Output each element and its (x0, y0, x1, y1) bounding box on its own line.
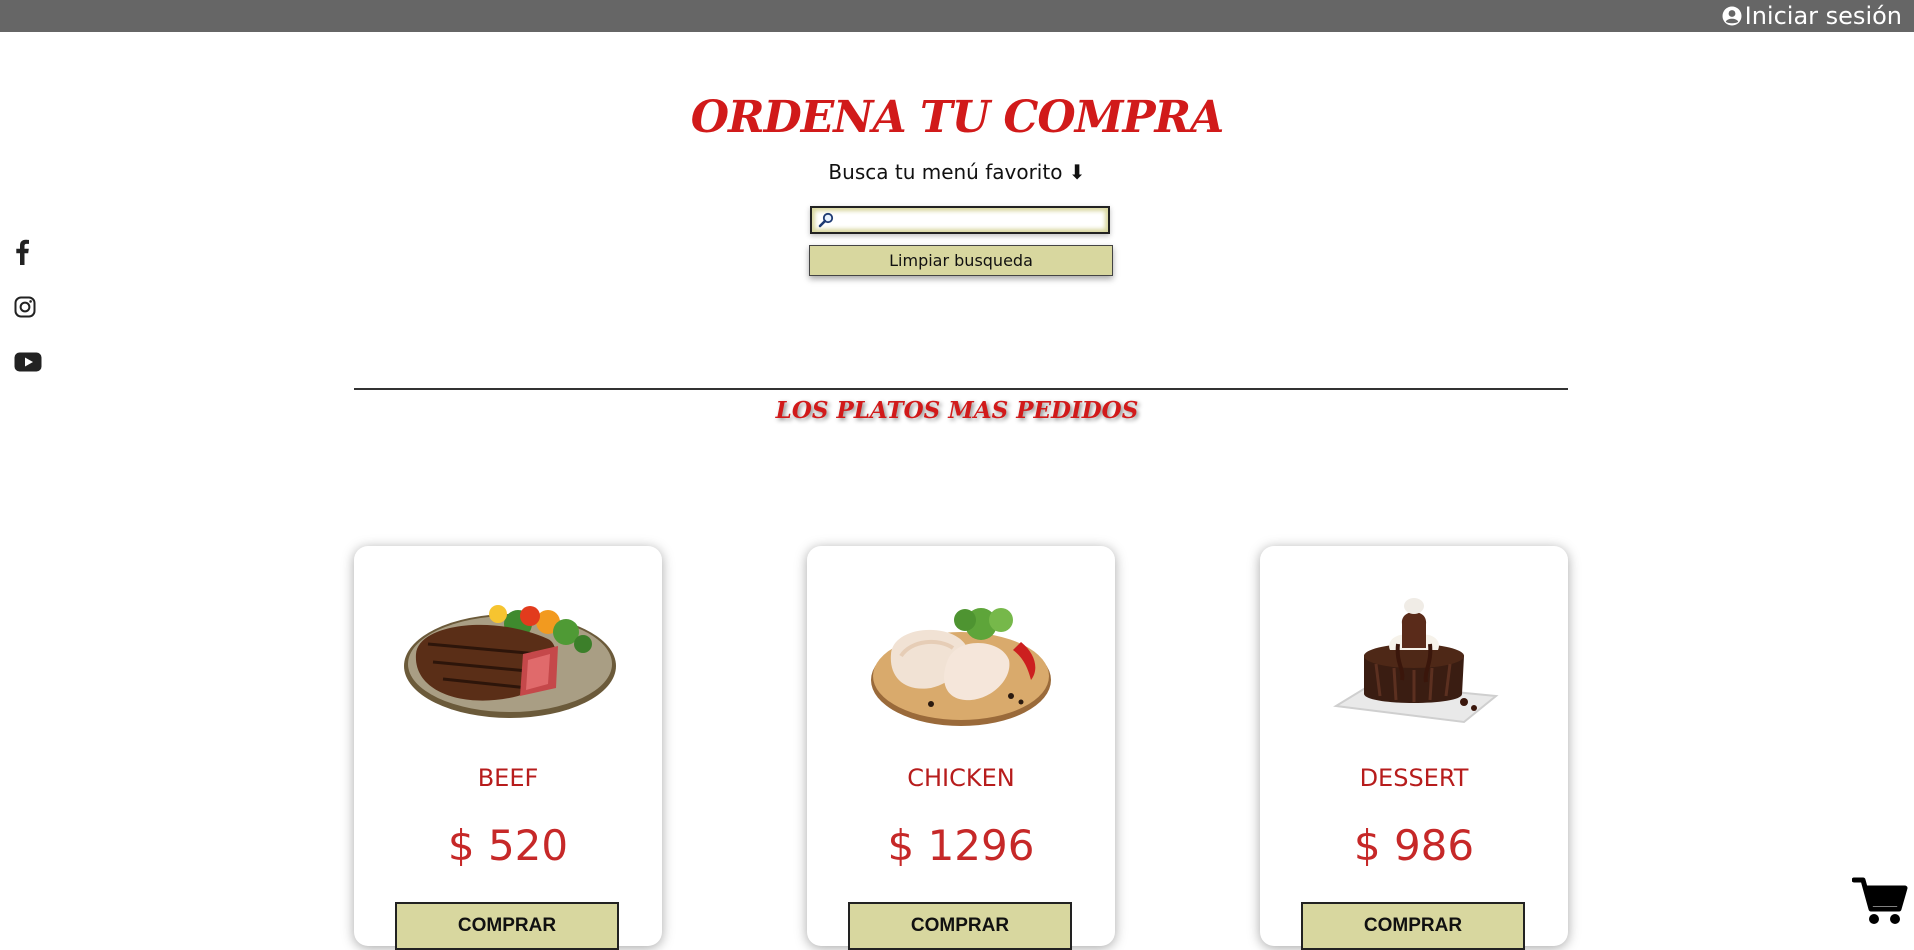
buy-button[interactable]: COMPRAR (1301, 902, 1525, 950)
product-price: $ 1296 (887, 821, 1035, 870)
product-card: BEEF $ 520 COMPRAR (354, 546, 662, 950)
product-image-steak (354, 584, 662, 734)
top-bar: Iniciar sesión (0, 0, 1914, 32)
buy-button[interactable]: COMPRAR (848, 902, 1072, 950)
product-name: BEEF (477, 764, 539, 792)
youtube-icon[interactable] (14, 348, 44, 376)
instagram-icon[interactable] (14, 293, 44, 321)
search-input[interactable] (834, 208, 1108, 232)
product-card: CHICKEN $ 1296 COMPRAR (807, 546, 1115, 950)
user-circle-icon (1722, 6, 1742, 26)
search-icon (818, 212, 834, 228)
buy-button[interactable]: COMPRAR (395, 902, 619, 950)
page-title: ORDENA TU COMPRA (690, 92, 1225, 143)
login-label: Iniciar sesión (1744, 2, 1902, 30)
product-name: CHICKEN (907, 764, 1015, 792)
search-box (810, 206, 1110, 234)
cart-icon[interactable] (1851, 876, 1908, 926)
facebook-icon[interactable] (14, 238, 44, 266)
product-card: DESSERT $ 986 COMPRAR (1260, 546, 1568, 950)
social-links (14, 238, 44, 376)
login-link[interactable]: Iniciar sesión (1722, 0, 1902, 32)
product-price: $ 520 (447, 821, 569, 870)
clear-search-button[interactable]: Limpiar busqueda (809, 245, 1113, 276)
section-title: LOS PLATOS MAS PEDIDOS (775, 397, 1139, 424)
section-divider (354, 388, 1568, 390)
page-subtitle: Busca tu menú favorito ⬇ (828, 160, 1086, 184)
product-image-dessert (1260, 584, 1568, 734)
product-image-chicken (807, 584, 1115, 734)
product-name: DESSERT (1359, 764, 1469, 792)
product-price: $ 986 (1353, 821, 1475, 870)
